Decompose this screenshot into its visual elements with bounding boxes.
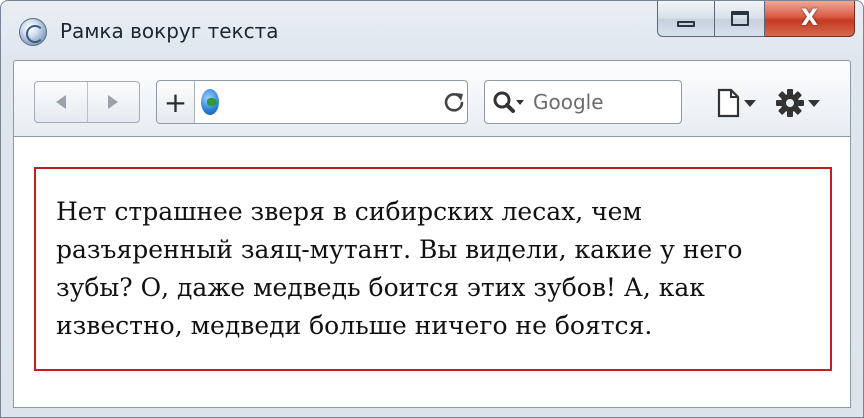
browser-toolbar: + <box>13 60 851 136</box>
search-engine-button[interactable] <box>485 81 533 123</box>
browser-window: Рамка вокруг текста X + Google Нет страш… <box>0 0 864 418</box>
browser-app-icon <box>19 18 47 46</box>
title-bar: Рамка вокруг текста X <box>1 1 863 51</box>
bordered-text-block: Нет страшнее зверя в сибирских лесах, че… <box>34 167 832 371</box>
reload-button[interactable] <box>442 81 467 123</box>
window-title: Рамка вокруг текста <box>60 19 279 43</box>
paragraph-line: известно, медведи больше ничего не боятс… <box>56 311 653 340</box>
page-menu-button[interactable] <box>716 85 762 121</box>
paragraph-line: зубы? О, даже медведь боится этих зубов!… <box>56 273 705 302</box>
back-arrow-icon <box>55 95 66 109</box>
address-bar: + <box>156 80 468 124</box>
close-icon: X <box>801 6 818 31</box>
close-button[interactable]: X <box>765 1 855 37</box>
new-tab-button[interactable]: + <box>157 81 195 123</box>
caption-buttons: X <box>657 1 855 37</box>
search-box <box>484 80 682 124</box>
chevron-down-icon <box>808 99 820 107</box>
paragraph-line: Нет страшнее зверя в сибирских лесах, че… <box>56 197 642 226</box>
chevron-down-icon <box>744 99 756 107</box>
maximize-icon <box>730 11 749 26</box>
minimize-button[interactable] <box>657 1 715 37</box>
back-button[interactable] <box>35 82 87 122</box>
paragraph: Нет страшнее зверя в сибирских лесах, че… <box>56 193 810 345</box>
minimize-icon <box>677 20 695 27</box>
navigation-buttons <box>34 81 140 123</box>
search-input[interactable] <box>533 90 681 114</box>
page-icon <box>717 88 740 118</box>
gear-icon <box>776 89 804 117</box>
tools-menu-button[interactable] <box>774 85 832 121</box>
paragraph-line: разъяренный заяц-мутант. Вы видели, каки… <box>56 235 743 264</box>
url-input[interactable] <box>218 81 442 123</box>
reload-icon <box>445 93 464 112</box>
page-viewport: Нет страшнее зверя в сибирских лесах, че… <box>13 136 851 408</box>
forward-arrow-icon <box>108 95 119 109</box>
maximize-button[interactable] <box>715 1 765 37</box>
search-icon <box>493 91 524 113</box>
globe-icon <box>200 89 219 115</box>
forward-button[interactable] <box>86 82 140 122</box>
